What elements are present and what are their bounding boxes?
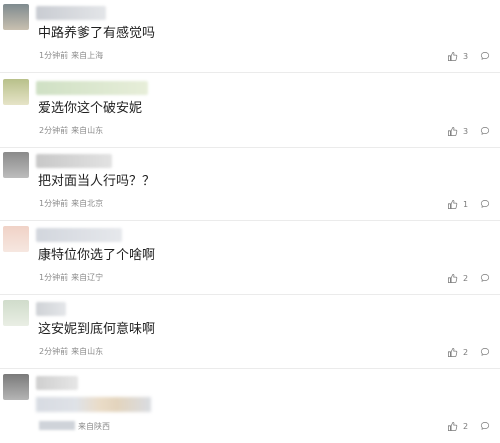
comment-text: 康特位你选了个啥啊 bbox=[38, 248, 156, 263]
comment-actions: 2 bbox=[447, 420, 490, 432]
divider bbox=[0, 220, 500, 221]
comment-meta: 1分钟前 来自北京 bbox=[39, 199, 103, 209]
like-count: 1 bbox=[463, 199, 469, 209]
comment-text: 爱选你这个破安妮 bbox=[38, 101, 143, 116]
comment-meta: 2分钟前 来自山东 bbox=[39, 347, 103, 357]
comment-text: 中路养爹了有感觉吗 bbox=[38, 26, 156, 41]
comment-item: 康特位你选了个啥啊 1分钟前 来自辽宁 2 bbox=[0, 222, 500, 295]
avatar[interactable] bbox=[3, 152, 29, 178]
username-blurred[interactable] bbox=[36, 376, 78, 390]
like-count: 2 bbox=[463, 421, 469, 431]
avatar[interactable] bbox=[3, 4, 29, 30]
like-count: 3 bbox=[463, 126, 469, 136]
divider bbox=[0, 294, 500, 295]
thumbs-up-icon[interactable] bbox=[447, 199, 458, 210]
comment-location: 来自山东 bbox=[71, 126, 104, 135]
avatar[interactable] bbox=[3, 374, 29, 400]
comment-time: 1分钟前 bbox=[39, 273, 69, 282]
thumbs-up-icon[interactable] bbox=[447, 421, 458, 432]
comment-item: 来自陕西 2 bbox=[0, 370, 500, 443]
username-blurred[interactable] bbox=[36, 6, 106, 20]
comment-actions: 2 bbox=[447, 346, 490, 358]
blurred-comment-text bbox=[36, 397, 151, 412]
divider bbox=[0, 72, 500, 73]
reply-icon[interactable] bbox=[480, 421, 490, 431]
comment-meta: 来自陕西 bbox=[39, 421, 110, 432]
thumbs-up-icon[interactable] bbox=[447, 51, 458, 62]
comment-location: 来自北京 bbox=[71, 199, 104, 208]
comment-actions: 2 bbox=[447, 272, 490, 284]
comment-meta: 2分钟前 来自山东 bbox=[39, 126, 103, 136]
reply-icon[interactable] bbox=[480, 51, 490, 61]
thumbs-up-icon[interactable] bbox=[447, 126, 458, 137]
avatar[interactable] bbox=[3, 226, 29, 252]
comment-location: 来自陕西 bbox=[78, 422, 110, 431]
reply-icon[interactable] bbox=[480, 273, 490, 283]
comment-actions: 1 bbox=[447, 198, 490, 210]
comment-meta: 1分钟前 来自辽宁 bbox=[39, 273, 103, 283]
blurred-time bbox=[39, 421, 75, 430]
avatar[interactable] bbox=[3, 300, 29, 326]
username-blurred[interactable] bbox=[36, 228, 122, 242]
divider bbox=[0, 368, 500, 369]
comment-time: 1分钟前 bbox=[39, 51, 69, 60]
reply-icon[interactable] bbox=[480, 347, 490, 357]
reply-icon[interactable] bbox=[480, 126, 490, 136]
username-blurred[interactable] bbox=[36, 154, 112, 168]
like-count: 2 bbox=[463, 273, 469, 283]
reply-icon[interactable] bbox=[480, 199, 490, 209]
comment-actions: 3 bbox=[447, 125, 490, 137]
username-blurred[interactable] bbox=[36, 302, 66, 316]
comment-item: 中路养爹了有感觉吗 1分钟前 来自上海 3 bbox=[0, 0, 500, 73]
comment-location: 来自上海 bbox=[71, 51, 104, 60]
like-count: 2 bbox=[463, 347, 469, 357]
comment-time: 1分钟前 bbox=[39, 199, 69, 208]
username-blurred[interactable] bbox=[36, 81, 148, 95]
thumbs-up-icon[interactable] bbox=[447, 347, 458, 358]
comment-actions: 3 bbox=[447, 50, 490, 62]
comment-time: 2分钟前 bbox=[39, 347, 69, 356]
comment-item: 这安妮到底何意味啊 2分钟前 来自山东 2 bbox=[0, 296, 500, 369]
comment-item: 把对面当人行吗？？ 1分钟前 来自北京 1 bbox=[0, 148, 500, 221]
comment-location: 来自辽宁 bbox=[71, 273, 104, 282]
comment-text: 把对面当人行吗？？ bbox=[38, 174, 156, 189]
comment-list: 中路养爹了有感觉吗 1分钟前 来自上海 3 爱选你这个破安妮 2分钟前 来自山东 3 bbox=[0, 0, 500, 440]
comment-meta: 1分钟前 来自上海 bbox=[39, 51, 103, 61]
thumbs-up-icon[interactable] bbox=[447, 273, 458, 284]
avatar[interactable] bbox=[3, 79, 29, 105]
comment-time: 2分钟前 bbox=[39, 126, 69, 135]
like-count: 3 bbox=[463, 51, 469, 61]
comment-location: 来自山东 bbox=[71, 347, 104, 356]
comment-text: 这安妮到底何意味啊 bbox=[38, 322, 156, 337]
comment-item: 爱选你这个破安妮 2分钟前 来自山东 3 bbox=[0, 75, 500, 148]
